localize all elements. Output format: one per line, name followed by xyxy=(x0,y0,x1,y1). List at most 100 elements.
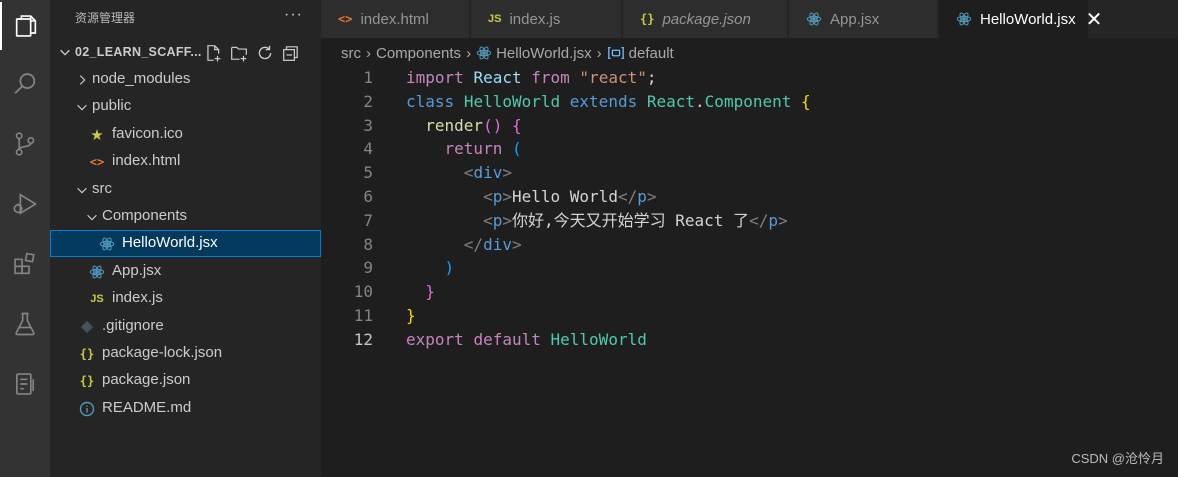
collapse-all-icon[interactable] xyxy=(281,43,301,63)
line-number: 9 xyxy=(363,258,373,278)
tree-item[interactable]: {} package.json xyxy=(50,367,321,394)
tree-item[interactable]: Components xyxy=(50,203,321,230)
tree-item[interactable]: public xyxy=(50,93,321,120)
code-token: Component xyxy=(704,91,792,111)
code-token: p xyxy=(492,210,503,230)
code-line[interactable]: 7 <p>你好,今天又开始学习 React 了</p> xyxy=(321,209,1178,233)
tree-item[interactable]: JS index.js xyxy=(50,285,321,312)
code-token: from xyxy=(531,68,570,87)
code-token: } xyxy=(425,282,435,302)
tree-item-label: node_modules xyxy=(92,70,191,87)
code-token: HelloWorld xyxy=(463,91,561,111)
tree-item[interactable]: .gitignore xyxy=(50,313,321,340)
tree-item-label: public xyxy=(92,97,132,115)
tree-item[interactable]: {} package-lock.json xyxy=(50,340,321,367)
code-line[interactable]: 4 return ( xyxy=(321,137,1178,161)
tab-helloworld-jsx[interactable]: HelloWorld.jsx ✕ xyxy=(939,0,1102,38)
code-token: HelloWorld xyxy=(550,329,647,349)
code-text: <div> xyxy=(406,161,512,185)
code-line[interactable]: 10 } xyxy=(321,280,1178,304)
code-token: > xyxy=(502,163,512,183)
code-token: "react" xyxy=(579,68,647,87)
code-line[interactable]: 11} xyxy=(321,304,1178,328)
run-debug-icon[interactable] xyxy=(0,180,50,228)
testing-icon[interactable] xyxy=(0,300,50,348)
tree-item-label: index.html xyxy=(112,152,181,170)
code-token: > xyxy=(511,234,522,254)
tab-app-jsx[interactable]: App.jsx xyxy=(789,0,938,38)
explorer-title: 资源管理器 xyxy=(50,0,321,35)
code-token: React xyxy=(646,91,696,111)
breadcrumb-file[interactable]: HelloWorld.jsx xyxy=(496,45,592,62)
chevron-down-icon xyxy=(74,182,90,198)
tree-item-label: .gitignore xyxy=(102,316,164,334)
code-line[interactable]: 2 class HelloWorld extends React.Componen… xyxy=(321,90,1178,114)
breadcrumb-symbol[interactable]: default xyxy=(629,45,674,62)
tree-item[interactable]: <> index.html xyxy=(50,148,321,175)
breadcrumb-components[interactable]: Components xyxy=(376,45,461,62)
chevron-down-icon xyxy=(84,209,100,225)
code-editor[interactable]: 1 import React from "react"; 2 class HelloW… xyxy=(321,66,1178,477)
tree-item[interactable]: App.jsx xyxy=(50,258,321,285)
code-text: } xyxy=(406,280,435,304)
code-text: import React from "react"; xyxy=(406,66,657,90)
code-token: render xyxy=(425,115,484,135)
explorer-sidebar: 资源管理器 ··· 02_LEARN_SCAFF... node_modules… xyxy=(50,0,321,477)
extensions-icon[interactable] xyxy=(0,240,50,288)
code-text: return ( xyxy=(406,137,522,161)
javascript-icon: JS xyxy=(488,13,502,25)
tab-bar: <> index.html JS index.js {} package.json App.… xyxy=(321,0,1178,38)
chevron-down-icon xyxy=(58,45,72,62)
refresh-icon[interactable] xyxy=(255,43,275,63)
more-actions-icon[interactable]: ··· xyxy=(284,6,303,24)
code-line[interactable]: 12 export default HelloWorld xyxy=(321,328,1178,352)
react-icon xyxy=(98,235,116,253)
activity-bar xyxy=(0,0,50,477)
code-text: <p>你好,今天又开始学习 React 了</p> xyxy=(406,209,788,233)
code-text: </div> xyxy=(406,233,522,257)
line-number: 11 xyxy=(353,306,373,325)
code-token: < xyxy=(483,210,493,230)
code-line[interactable]: 6 <p>Hello World</p> xyxy=(321,185,1178,209)
project-name: 02_LEARN_SCAFF... xyxy=(75,45,202,59)
code-line[interactable]: 3 render() { xyxy=(321,114,1178,138)
info-icon xyxy=(78,400,96,418)
new-folder-icon[interactable] xyxy=(229,43,249,63)
tab-index-js[interactable]: JS index.js xyxy=(471,0,622,38)
close-icon[interactable]: ✕ xyxy=(1086,7,1103,32)
source-control-icon[interactable] xyxy=(0,120,50,168)
new-file-icon[interactable] xyxy=(203,43,223,63)
code-line[interactable]: 1 import React from "react"; xyxy=(321,66,1178,90)
tree-item[interactable]: HelloWorld.jsx xyxy=(50,230,321,258)
code-token: </ xyxy=(617,187,638,206)
code-token: </ xyxy=(463,234,484,254)
search-icon[interactable] xyxy=(0,60,50,108)
star-icon: ★ xyxy=(90,126,104,144)
line-number: 8 xyxy=(363,234,373,254)
code-line[interactable]: 5 <div> xyxy=(321,161,1178,185)
code-token: extends xyxy=(569,91,638,111)
tree-item[interactable]: README.md xyxy=(50,395,321,422)
tree-item[interactable]: src xyxy=(50,176,321,203)
remote-explorer-icon[interactable] xyxy=(0,360,50,408)
tree-item-label: package-lock.json xyxy=(102,344,223,361)
tab-index-html[interactable]: <> index.html xyxy=(321,0,470,38)
tab-package-json[interactable]: {} package.json xyxy=(623,0,788,38)
tab-label: index.html xyxy=(360,10,429,28)
code-token: ( xyxy=(511,139,522,159)
explorer-icon[interactable] xyxy=(0,2,50,50)
code-token: p xyxy=(637,187,647,206)
code-line[interactable]: 9 ) xyxy=(321,256,1178,280)
project-section-header[interactable]: 02_LEARN_SCAFF... xyxy=(50,40,321,66)
tree-item[interactable]: ★ favicon.ico xyxy=(50,121,321,148)
breadcrumb-src[interactable]: src xyxy=(341,45,361,62)
code-line[interactable]: 8 </div> xyxy=(321,233,1178,257)
tree-item[interactable]: node_modules xyxy=(50,66,321,93)
